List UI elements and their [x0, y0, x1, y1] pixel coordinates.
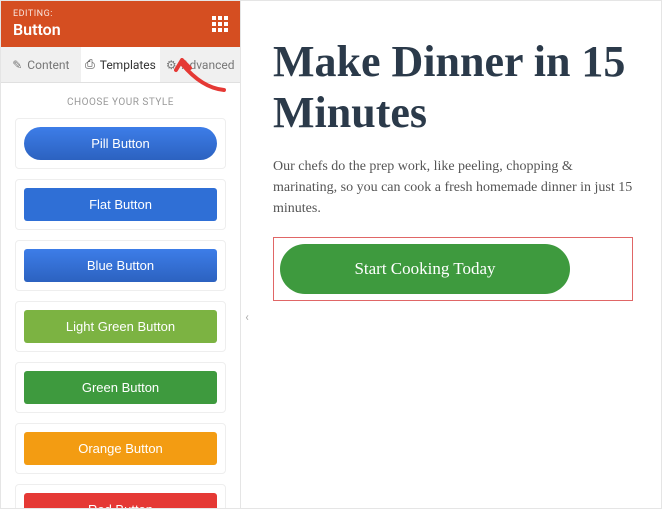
cta-selection-outline[interactable]: Start Cooking Today: [273, 237, 633, 301]
preview-pane: Make Dinner in 15 Minutes Our chefs do t…: [241, 1, 661, 508]
cta-button[interactable]: Start Cooking Today: [280, 244, 570, 294]
template-icon: ⎙: [85, 57, 95, 72]
style-card-blue[interactable]: Blue Button: [15, 240, 226, 291]
drag-grid-icon[interactable]: [212, 16, 228, 32]
style-card-lightgreen[interactable]: Light Green Button: [15, 301, 226, 352]
tab-advanced[interactable]: ⚙ Advanced: [160, 47, 240, 82]
editor-tabs: ✎ Content ⎙ Templates ⚙ Advanced: [1, 47, 240, 83]
style-card-flat[interactable]: Flat Button: [15, 179, 226, 230]
editor-header: EDITING: Button: [1, 1, 240, 47]
pill-button-preview[interactable]: Pill Button: [24, 127, 217, 160]
green-button-preview[interactable]: Green Button: [24, 371, 217, 404]
style-card-red[interactable]: Red Button: [15, 484, 226, 508]
pencil-icon: ✎: [12, 58, 22, 72]
lightgreen-button-preview[interactable]: Light Green Button: [24, 310, 217, 343]
style-card-pill[interactable]: Pill Button: [15, 118, 226, 169]
style-card-green[interactable]: Green Button: [15, 362, 226, 413]
editor-sidebar: EDITING: Button ✎ Content ⎙ Templates ⚙ …: [1, 1, 241, 508]
tab-advanced-label: Advanced: [182, 58, 235, 72]
sliders-icon: ⚙: [166, 58, 177, 72]
choose-style-heading: CHOOSE YOUR STYLE: [1, 83, 240, 118]
tab-templates-label: Templates: [100, 58, 156, 72]
orange-button-preview[interactable]: Orange Button: [24, 432, 217, 465]
style-list: Pill Button Flat Button Blue Button Ligh…: [1, 118, 240, 508]
tab-templates[interactable]: ⎙ Templates: [81, 47, 161, 82]
blue-button-preview[interactable]: Blue Button: [24, 249, 217, 282]
style-card-orange[interactable]: Orange Button: [15, 423, 226, 474]
tab-content-label: Content: [27, 58, 69, 72]
flat-button-preview[interactable]: Flat Button: [24, 188, 217, 221]
page-subtext: Our chefs do the prep work, like peeling…: [273, 156, 633, 219]
page-headline: Make Dinner in 15 Minutes: [273, 37, 633, 138]
editing-value: Button: [13, 20, 61, 39]
tab-content[interactable]: ✎ Content: [1, 47, 81, 82]
editing-label: EDITING:: [13, 9, 61, 19]
red-button-preview[interactable]: Red Button: [24, 493, 217, 508]
